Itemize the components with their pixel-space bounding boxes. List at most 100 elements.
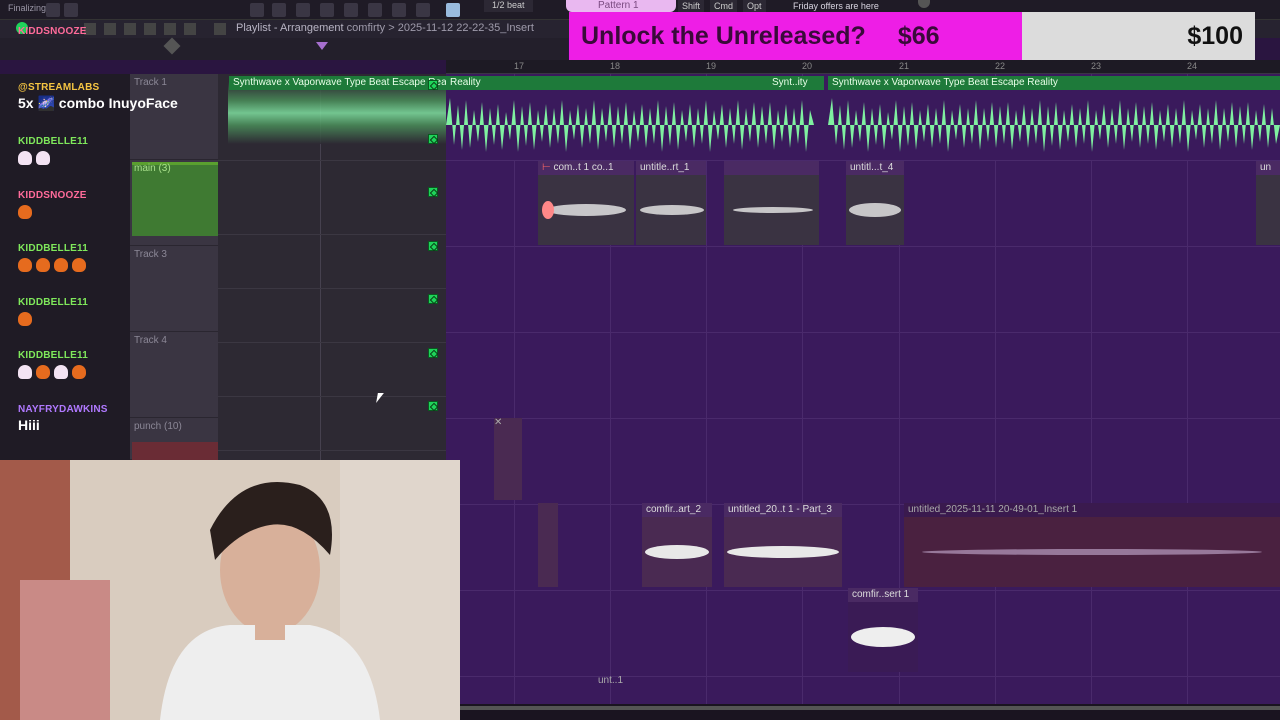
bar-21: 21	[899, 61, 910, 71]
clip-header[interactable]: untitle..rt_1	[636, 161, 706, 175]
track-mute-button[interactable]	[428, 241, 438, 251]
chat-text: 5x 🌌 combo InuyoFace	[18, 95, 178, 111]
fire-emote-icon	[36, 258, 50, 272]
chat-message: KIDDBELLE11	[18, 136, 88, 170]
gridline	[995, 74, 996, 704]
divider	[218, 396, 446, 397]
chat-username: KIDDBELLE11	[18, 297, 88, 308]
chat-username: KIDDBELLE11	[18, 136, 88, 147]
chat-username: KIDDBELLE11	[18, 350, 88, 361]
chat-username: KIDDSNOOZE	[18, 190, 87, 201]
tool-icon[interactable]	[416, 3, 430, 17]
goal-current: $66	[897, 21, 940, 50]
clip-header[interactable]: ⊢ com..t 1 co..1	[538, 161, 634, 175]
chat-message: KIDDBELLE11	[18, 243, 90, 277]
fire-emote-icon	[72, 365, 86, 379]
bar-24: 24	[1187, 61, 1198, 71]
tool-icon[interactable]	[320, 3, 334, 17]
app-label: Finalizing	[8, 3, 47, 13]
clip-header[interactable]: unt..1	[594, 674, 634, 688]
track-mute-button[interactable]	[428, 294, 438, 304]
stream-chat: KIDDSNOOZE @STREAMLABS 5x 🌌 combo InuyoF…	[0, 26, 225, 460]
playlist-file: comfirty > 2025-11-12 22-22-35_Insert	[346, 22, 534, 34]
bar-20: 20	[802, 61, 813, 71]
chat-message: KIDDBELLE11	[18, 350, 90, 384]
playlist-title-text: Playlist - Arrangement	[236, 22, 344, 34]
pattern-selector[interactable]: Pattern 1	[566, 0, 676, 12]
clip-header[interactable]: untitl...t_4	[846, 161, 904, 175]
scrollbar-thumb[interactable]	[460, 706, 1280, 710]
opt-key: Opt	[743, 0, 766, 12]
heart-emote-icon	[54, 365, 68, 379]
headphones-icon[interactable]	[446, 3, 460, 17]
track-mute-button[interactable]	[428, 187, 438, 197]
clip-header[interactable]: comfir..art_2	[642, 503, 712, 517]
playlist-subtoolbar	[0, 37, 568, 60]
track-mute-button[interactable]	[428, 401, 438, 411]
audio-clip[interactable]	[494, 418, 522, 500]
tool-icon[interactable]	[272, 3, 286, 17]
clip-header[interactable]: Synthwave x Vaporwave Type Beat Escape R…	[828, 76, 1280, 90]
clip-header[interactable]: Reality	[446, 76, 768, 90]
select-tool-icon[interactable]	[144, 23, 156, 35]
slip-tool-icon[interactable]	[104, 23, 116, 35]
audio-clip[interactable]	[538, 503, 558, 587]
waveform	[645, 545, 1262, 559]
chat-message: KIDDSNOOZE	[18, 190, 87, 224]
track-controls-area	[218, 74, 446, 460]
cut-icon[interactable]	[64, 3, 78, 17]
notification-icon[interactable]	[918, 0, 930, 8]
chat-username: KIDDBELLE11	[18, 243, 88, 254]
bar-23: 23	[1091, 61, 1102, 71]
divider	[218, 234, 446, 235]
clip-header[interactable]: comfir..sert 1	[848, 588, 918, 602]
promo-text[interactable]: Friday offers are here	[793, 1, 879, 11]
gridline	[446, 246, 1280, 247]
waveform	[542, 201, 901, 219]
clip-header[interactable]: untitled_2025-11-11 20-49-01_Insert 1	[904, 503, 1280, 517]
cmd-key: Cmd	[710, 0, 738, 12]
clip-header[interactable]: untitled_20..t 1 - Part_3	[724, 503, 842, 517]
track-mute-button[interactable]	[428, 80, 438, 90]
bar-17: 17	[514, 61, 525, 71]
bar-19: 19	[706, 61, 717, 71]
fire-emote-icon	[18, 205, 32, 219]
speaker-icon[interactable]	[184, 23, 196, 35]
snap-select[interactable]: 1/2 beat	[484, 0, 533, 12]
goal-progress: Unlock the Unreleased? $66	[569, 12, 1022, 60]
track-mute-button[interactable]	[428, 134, 438, 144]
tool-icon[interactable]	[392, 3, 406, 17]
timeline-ruler[interactable]: 17 18 19 20 21 22 23 24	[446, 60, 1280, 74]
move-icon[interactable]	[163, 37, 181, 55]
chat-message: @STREAMLABS 5x 🌌 combo InuyoFace	[18, 82, 178, 112]
clip-header[interactable]: Synthwave x Vaporwave Type Beat Escape R…	[229, 76, 446, 90]
divider	[218, 342, 446, 343]
zoom-tool-icon[interactable]	[164, 23, 176, 35]
position-marker-icon[interactable]	[316, 42, 328, 50]
bar-22: 22	[995, 61, 1006, 71]
clip-name: co..1	[591, 162, 614, 173]
tool-icon[interactable]	[250, 3, 264, 17]
gridline	[706, 74, 707, 704]
clip-header[interactable]	[724, 161, 819, 175]
slice-tool-icon[interactable]	[124, 23, 136, 35]
close-icon[interactable]: ✕	[494, 418, 504, 428]
divider	[218, 160, 446, 161]
arrow-icon[interactable]	[214, 23, 226, 35]
divider	[218, 450, 446, 451]
waveform	[446, 90, 1280, 160]
shortcut-keys: Shift Cmd Opt	[678, 0, 766, 12]
tool-icon[interactable]	[368, 3, 382, 17]
tool-icon[interactable]	[344, 3, 358, 17]
divider	[218, 288, 446, 289]
fire-emote-icon	[54, 258, 68, 272]
track-mute-button[interactable]	[428, 348, 438, 358]
fire-emote-icon	[36, 365, 50, 379]
clip-header[interactable]: un	[1256, 161, 1280, 175]
hint-icon[interactable]	[46, 3, 60, 17]
goal-remaining: $100	[1022, 12, 1255, 60]
tool-icon[interactable]	[296, 3, 310, 17]
clip-header[interactable]: Synt..ity	[768, 76, 824, 90]
waveform	[851, 627, 915, 647]
gridline	[1091, 74, 1092, 704]
